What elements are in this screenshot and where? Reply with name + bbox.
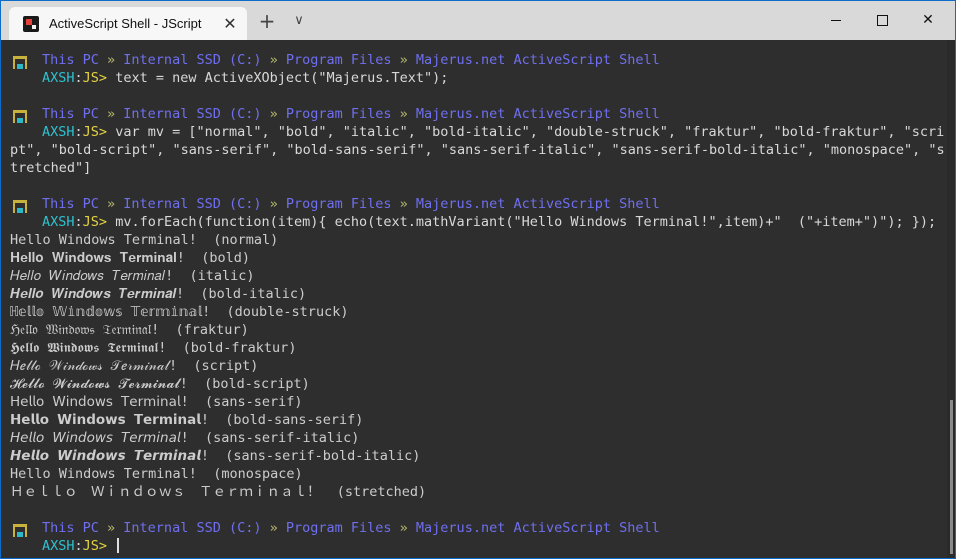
new-tab-button[interactable]: + — [256, 9, 278, 33]
terminal-window: ActiveScript Shell - JScript ✕ + ∨ ✕ Thi… — [1, 1, 955, 558]
prompt-path-line: This PC » Internal SSD (C:) » Program Fi… — [10, 519, 947, 537]
output-line: Ｈｅｌｌｏ Ｗｉｎｄｏｗｓ Ｔｅｒｍｉｎａｌ！ (stretched) — [10, 484, 427, 500]
command-line: AXSH:JS> mv.forEach(function(item){ echo… — [42, 214, 937, 230]
tab-dropdown-chevron-icon[interactable]: ∨ — [288, 9, 310, 33]
output-line: 𝖧𝖾𝗅𝗅𝗈 𝖶𝗂𝗇𝖽𝗈𝗐𝗌 𝖳𝖾𝗋𝗆𝗂𝗇𝖺𝗅! (sans-serif) — [10, 394, 303, 410]
tab-title: ActiveScript Shell - JScript — [49, 16, 202, 31]
close-button[interactable]: ✕ — [905, 1, 951, 40]
command-line: AXSH:JS> text = new ActiveXObject("Majer… — [42, 70, 449, 86]
output-line: 𝙷𝚎𝚕𝚕𝚘 𝚆𝚒𝚗𝚍𝚘𝚠𝚜 𝚃𝚎𝚛𝚖𝚒𝚗𝚊𝚕! (monospace) — [10, 466, 303, 482]
output-line: 𝘏𝘦𝘭𝘭𝘰 𝘞𝘪𝘯𝘥𝘰𝘸𝘴 𝘛𝘦𝘳𝘮𝘪𝘯𝘢𝘭! (sans-serif-ital… — [10, 430, 360, 446]
minimize-button[interactable] — [813, 1, 859, 40]
output-line: ℌ𝔢𝔩𝔩𝔬 𝔚𝔦𝔫𝔡𝔬𝔴𝔰 𝔗𝔢𝔯𝔪𝔦𝔫𝔞𝔩! (fraktur) — [10, 322, 249, 338]
tab-close-icon[interactable]: ✕ — [221, 15, 239, 33]
output-line: 𝑯𝒆𝒍𝒍𝒐 𝑾𝒊𝒏𝒅𝒐𝒘𝒔 𝑻𝒆𝒓𝒎𝒊𝒏𝒂𝒍! (bold-italic) — [10, 286, 307, 302]
prompt-path-line: This PC » Internal SSD (C:) » Program Fi… — [10, 51, 947, 69]
command-line: AXSH:JS> var mv = ["normal", "bold", "it… — [42, 124, 945, 140]
command-wrap-line: tretched"] — [10, 160, 92, 176]
folder-icon — [13, 56, 27, 69]
tab-activescript-shell[interactable]: ActiveScript Shell - JScript ✕ — [9, 7, 247, 40]
output-line: 𝐇𝐞𝐥𝐥𝐨 𝐖𝐢𝐧𝐝𝐨𝐰𝐬 𝐓𝐞𝐫𝐦𝐢𝐧𝐚𝐥! (bold) — [10, 250, 250, 266]
folder-icon — [13, 110, 27, 123]
folder-icon — [13, 200, 27, 213]
terminal-content[interactable]: This PC » Internal SSD (C:) » Program Fi… — [1, 40, 947, 558]
scrollbar-thumb[interactable] — [950, 400, 953, 554]
output-line: Hello Windows Terminal! (normal) — [10, 232, 279, 248]
command-wrap-line: pt", "bold-script", "sans-serif", "bold-… — [10, 142, 945, 158]
minimize-icon — [831, 19, 841, 21]
prompt-path-line: This PC » Internal SSD (C:) » Program Fi… — [10, 105, 947, 123]
output-line: 𝓗𝓮𝓵𝓵𝓸 𝓦𝓲𝓷𝓭𝓸𝔀𝓼 𝓣𝓮𝓻𝓶𝓲𝓷𝓪𝓵! (bold-script) — [10, 376, 310, 392]
output-line: 𝐻𝑒𝑙𝑙𝑜 𝑊𝑖𝑛𝑑𝑜𝑤𝑠 𝑇𝑒𝑟𝑚𝑖𝑛𝑎𝑙! (italic) — [10, 268, 255, 284]
output-line: 𝐻ℯ𝓁𝓁ℴ 𝒲𝒾𝓃𝒹ℴ𝓌𝓈 𝒯ℯ𝓇𝓂𝒾𝓃𝒶𝓁! (script) — [10, 358, 259, 374]
prompt-path-line: This PC » Internal SSD (C:) » Program Fi… — [10, 195, 947, 213]
output-line: 𝙃𝙚𝙡𝙡𝙤 𝙒𝙞𝙣𝙙𝙤𝙬𝙨 𝙏𝙚𝙧𝙢𝙞𝙣𝙖𝙡! (sans-serif-bold… — [10, 448, 421, 464]
terminal-app-icon — [23, 15, 39, 32]
title-bar[interactable]: ActiveScript Shell - JScript ✕ + ∨ ✕ — [1, 1, 955, 40]
maximize-icon — [876, 14, 888, 26]
folder-icon — [13, 524, 27, 537]
maximize-button[interactable] — [859, 1, 905, 40]
output-line: 𝗛𝗲𝗹𝗹𝗼 𝗪𝗶𝗻𝗱𝗼𝘄𝘀 𝗧𝗲𝗿𝗺𝗶𝗻𝗮𝗹! (bold-sans-serif… — [10, 412, 364, 428]
output-line: 𝕳𝖊𝖑𝖑𝖔 𝖂𝖎𝖓𝖉𝖔𝖜𝖘 𝕿𝖊𝖗𝖒𝖎𝖓𝖆𝖑! (bold-fraktur) — [10, 340, 297, 356]
output-line: ℍ𝕖𝕝𝕝𝕠 𝕎𝕚𝕟𝕕𝕠𝕨𝕤 𝕋𝕖𝕣𝕞𝕚𝕟𝕒𝕝! (double-struck) — [10, 304, 349, 320]
vertical-scrollbar[interactable] — [947, 40, 955, 558]
active-prompt-line[interactable]: AXSH:JS> — [10, 537, 947, 555]
text-cursor — [117, 538, 120, 553]
